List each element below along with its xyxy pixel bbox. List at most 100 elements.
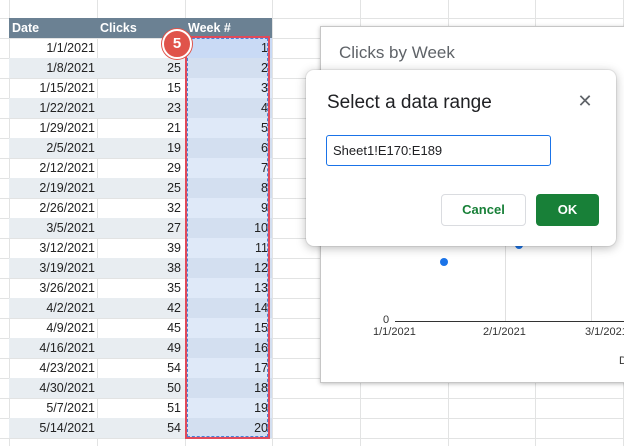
data-point [440,258,448,266]
date-cell[interactable]: 4/16/2021 [9,338,97,358]
table-row: 4/30/2021 50 18 [9,378,272,398]
table-row: 1/8/2021 25 2 [9,58,272,78]
clicks-cell[interactable]: 19 [97,138,185,158]
week-cell[interactable]: 13 [185,278,272,298]
x-tick-label: 2/1/2021 [483,326,526,338]
table-row: 2/5/2021 19 6 [9,138,272,158]
table-header-row: Date Clicks Week # [9,18,272,38]
table-row: 3/12/2021 39 11 [9,238,272,258]
date-cell[interactable]: 1/8/2021 [9,58,97,78]
grid-column-line [272,0,273,446]
clicks-cell[interactable]: 54 [97,358,185,378]
chart-title: Clicks by Week [339,43,455,62]
week-cell[interactable]: 9 [185,198,272,218]
date-cell[interactable]: 3/26/2021 [9,278,97,298]
table-row: 2/26/2021 32 9 [9,198,272,218]
week-cell[interactable]: 8 [185,178,272,198]
table-row: 1/1/2021 1 [9,38,272,58]
clicks-cell[interactable]: 39 [97,238,185,258]
clicks-cell[interactable]: 35 [97,278,185,298]
header-week[interactable]: Week # [185,18,272,38]
close-icon[interactable]: ✕ [572,88,598,114]
week-cell[interactable]: 16 [185,338,272,358]
date-cell[interactable]: 1/22/2021 [9,98,97,118]
clicks-cell[interactable]: 23 [97,98,185,118]
table-row: 1/15/2021 15 3 [9,78,272,98]
week-cell[interactable]: 15 [185,318,272,338]
axis-label-cut: D [619,355,624,367]
date-cell[interactable]: 5/7/2021 [9,398,97,418]
week-cell[interactable]: 2 [185,58,272,78]
week-cell[interactable]: 20 [185,418,272,438]
table-row: 5/7/2021 51 19 [9,398,272,418]
x-axis-line [395,321,624,322]
week-cell[interactable]: 3 [185,78,272,98]
table-row: 1/22/2021 23 4 [9,98,272,118]
date-cell[interactable]: 2/5/2021 [9,138,97,158]
y-axis-zero-label: 0 [383,314,390,326]
date-cell[interactable]: 4/23/2021 [9,358,97,378]
date-cell[interactable]: 1/29/2021 [9,118,97,138]
step-number-badge: 5 [162,29,192,59]
clicks-cell[interactable]: 49 [97,338,185,358]
dialog-title: Select a data range [327,92,492,113]
date-cell[interactable]: 3/12/2021 [9,238,97,258]
header-date[interactable]: Date [9,18,97,38]
date-cell[interactable]: 2/26/2021 [9,198,97,218]
table-row: 5/14/2021 54 20 [9,418,272,438]
date-cell[interactable]: 5/14/2021 [9,418,97,438]
table-row: 4/23/2021 54 17 [9,358,272,378]
date-cell[interactable]: 3/5/2021 [9,218,97,238]
week-cell[interactable]: 14 [185,298,272,318]
clicks-cell[interactable]: 25 [97,58,185,78]
week-cell[interactable]: 12 [185,258,272,278]
date-cell[interactable]: 2/19/2021 [9,178,97,198]
select-data-range-dialog: Select a data range ✕ Cancel OK [306,70,616,246]
ok-button[interactable]: OK [536,194,599,226]
cancel-button[interactable]: Cancel [441,194,526,226]
clicks-cell[interactable]: 45 [97,318,185,338]
clicks-cell[interactable]: 15 [97,78,185,98]
table-row: 1/29/2021 21 5 [9,118,272,138]
table-row: 4/9/2021 45 15 [9,318,272,338]
clicks-cell[interactable]: 25 [97,178,185,198]
week-cell[interactable]: 5 [185,118,272,138]
date-cell[interactable]: 2/12/2021 [9,158,97,178]
week-cell[interactable]: 18 [185,378,272,398]
plot-gridline [591,239,592,321]
plot-gridline [505,239,506,321]
date-cell[interactable]: 4/2/2021 [9,298,97,318]
date-cell[interactable]: 1/15/2021 [9,78,97,98]
date-cell[interactable]: 1/1/2021 [9,38,97,58]
week-cell[interactable]: 4 [185,98,272,118]
data-range-input[interactable] [326,135,551,166]
date-cell[interactable]: 4/30/2021 [9,378,97,398]
grid-row-line [0,438,624,439]
table-row: 4/16/2021 49 16 [9,338,272,358]
table-row: 2/12/2021 29 7 [9,158,272,178]
table-row: 2/19/2021 25 8 [9,178,272,198]
table-row: 4/2/2021 42 14 [9,298,272,318]
x-tick-label: 1/1/2021 [373,326,416,338]
week-cell[interactable]: 17 [185,358,272,378]
week-cell[interactable]: 7 [185,158,272,178]
clicks-cell[interactable]: 38 [97,258,185,278]
week-cell[interactable]: 19 [185,398,272,418]
date-cell[interactable]: 3/19/2021 [9,258,97,278]
clicks-cell[interactable]: 32 [97,198,185,218]
clicks-cell[interactable]: 21 [97,118,185,138]
clicks-cell[interactable]: 50 [97,378,185,398]
date-cell[interactable]: 4/9/2021 [9,318,97,338]
clicks-cell[interactable]: 29 [97,158,185,178]
table-row: 3/5/2021 27 10 [9,218,272,238]
week-cell[interactable]: 1 [185,38,272,58]
table-row: 3/26/2021 35 13 [9,278,272,298]
week-cell[interactable]: 10 [185,218,272,238]
clicks-cell[interactable]: 54 [97,418,185,438]
clicks-cell[interactable]: 27 [97,218,185,238]
clicks-cell[interactable]: 51 [97,398,185,418]
clicks-cell[interactable]: 42 [97,298,185,318]
week-cell[interactable]: 6 [185,138,272,158]
week-cell[interactable]: 11 [185,238,272,258]
x-tick-label: 3/1/2021 [585,326,624,338]
